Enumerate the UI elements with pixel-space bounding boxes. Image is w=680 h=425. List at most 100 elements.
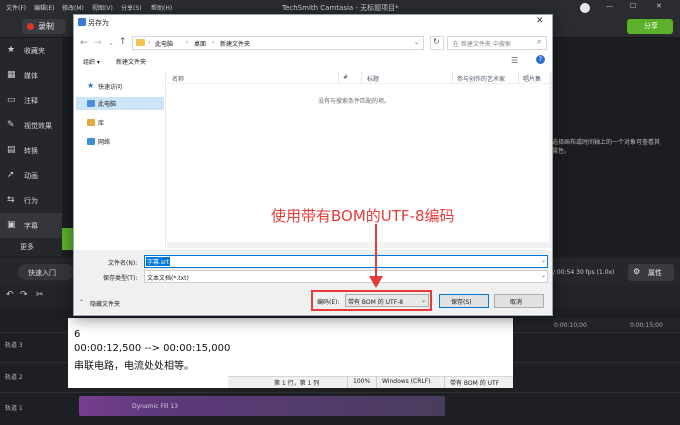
column-name[interactable]: 名称 [172,74,184,83]
folder-icon [136,39,145,46]
breadcrumb-chevron-icon[interactable]: › [148,39,150,46]
undo-icon[interactable]: ↶ [6,290,14,300]
network-icon [87,138,95,145]
dialog-close-icon[interactable]: ✕ [536,16,544,26]
share-label: 分享 [644,22,658,30]
chevron-up-icon[interactable]: ⌃ [79,299,84,306]
app-title: TechSmith Camtasia - 无标题项目* [282,4,399,12]
caption-icon: ▣ [7,220,16,230]
minimize-icon[interactable]: — [606,2,613,10]
address-bar[interactable] [132,36,424,50]
filetype-dropdown-icon[interactable]: ⌄ [541,272,546,279]
hide-folders-toggle[interactable]: 隐藏文件夹 [90,299,120,308]
column-divider[interactable] [338,72,339,84]
cut-icon[interactable]: ✂ [36,290,44,300]
nav-item-this-pc[interactable]: 此电脑 [76,97,164,110]
nav-item-network[interactable]: 网络 [76,135,164,148]
empty-list-message: 没有与搜索条件匹配的项。 [318,98,391,105]
menu-view[interactable]: 视图(V) [92,3,113,12]
breadcrumb-new-folder[interactable]: 新建文件夹 [220,39,250,48]
breadcrumb-desktop[interactable]: 桌面 [194,39,206,48]
view-options-icon[interactable]: ☰ [511,56,518,65]
sidebar-item-transitions[interactable]: ▤ 转换 [0,138,62,163]
behavior-icon: ⇆ [7,195,15,205]
redo-icon[interactable]: ↷ [20,290,28,300]
filename-input[interactable] [144,255,548,268]
menu-file[interactable]: 文件(F) [6,3,26,12]
sidebar-item-annotations[interactable]: ▭ 注释 [0,88,62,113]
organize-menu[interactable]: 组织 ▾ [83,57,100,66]
nav-item-quick-access[interactable]: ★ 快速访问 [76,80,164,93]
status-zoom: 100% [353,378,371,385]
new-folder-button[interactable]: 新建文件夹 [116,57,146,66]
encoding-label: 编码(E): [317,299,340,306]
address-dropdown-icon[interactable]: ⌄ [414,39,419,46]
column-artists[interactable]: 参与创作的艺术家 [457,74,505,83]
sidebar-item-visual-effects[interactable]: ✎ 视觉效果 [0,113,62,138]
user-avatar[interactable] [580,3,590,13]
star-icon: ★ [87,81,95,90]
properties-label: 属性 [648,269,662,277]
menu-help[interactable]: 帮助(H) [151,3,172,12]
status-position: 第 1 行，第 1 列 [274,380,320,387]
clip-label: Dynamic Fill 13 [132,403,178,410]
breadcrumb-chevron-icon[interactable]: › [186,39,188,46]
magic-wand-icon: ✎ [7,120,15,130]
notepad-line: 串联电路，电流处处相等。 [74,361,194,372]
filename-value[interactable]: 字幕.srt [146,257,170,266]
back-arrow-icon[interactable]: ← [80,38,88,48]
filetype-value: 文本文档(*.txt) [147,275,189,282]
sidebar-item-favorites[interactable]: ★ 收藏夹 [0,38,62,63]
column-title[interactable]: 标题 [367,74,379,83]
up-arrow-icon[interactable]: ↑ [119,37,127,47]
sidebar-item-animations[interactable]: ➚ 动画 [0,163,62,188]
forward-arrow-icon[interactable]: → [94,38,102,48]
filetype-select[interactable] [144,270,548,283]
time-readout: / 00:54 30 fps (1.0x) [553,269,615,276]
track-divider [0,392,680,393]
status-divider [376,376,377,388]
sidebar-more[interactable]: 更多 [0,238,62,256]
nav-item-libraries[interactable]: 库 [76,116,164,129]
animation-icon: ➚ [7,170,15,180]
status-divider [444,376,445,388]
encoding-value: 带有 BOM 的 UTF-8 [348,299,404,306]
status-encoding: 带有 BOM 的 UTF [450,380,500,387]
properties-hint: 选择画布或时间轴上的一个对象可查看其属性。 [552,139,661,155]
dialog-title: 另存为 [88,19,109,27]
track-label-3: 轨道 3 [5,342,23,349]
quick-start-label: 快速入门 [28,269,56,277]
close-icon[interactable]: ✕ [656,2,662,10]
annotation-icon: ▭ [7,95,16,105]
sidebar-item-captions[interactable]: ▣ 字幕 [0,213,62,238]
menu-modify[interactable]: 修改(M) [62,3,84,12]
vertical-scrollbar[interactable] [549,72,552,248]
recent-locations-chevron-icon[interactable]: ⌄ [108,39,114,47]
computer-icon [87,100,95,107]
column-divider[interactable] [452,72,453,84]
help-icon[interactable]: ? [536,55,545,64]
cancel-button-label: 取消 [510,299,523,306]
search-icon: ⌕ [537,37,542,46]
column-divider[interactable] [361,72,362,84]
track-label-1: 轨道 1 [5,405,23,412]
status-line-ending: Windows (CRLF) [382,378,431,385]
column-divider[interactable] [518,72,519,84]
sidebar-item-media[interactable]: ▦ 媒体 [0,63,62,88]
sidebar-item-behaviors[interactable]: ⇆ 行为 [0,188,62,213]
column-album[interactable]: 唱片集 [523,74,541,83]
search-placeholder: 在 新建文件夹 中搜索 [453,41,511,48]
encoding-dropdown-icon[interactable]: ⌄ [421,297,426,304]
ruler-tick: 0:00:10;00 [554,322,587,329]
breadcrumb-chevron-icon[interactable]: › [212,39,214,46]
breadcrumb-this-pc[interactable]: 此电脑 [155,39,173,48]
filename-label: 文件名(N): [108,260,138,267]
status-divider [347,376,348,388]
maximize-icon[interactable]: ☐ [630,2,636,10]
menu-share[interactable]: 分享(S) [121,3,142,12]
column-number[interactable]: # [343,74,348,81]
filename-dropdown-icon[interactable]: ⌄ [541,257,546,264]
record-icon [27,23,34,30]
menu-edit[interactable]: 编辑(E) [34,3,54,12]
horizontal-scrollbar[interactable] [167,242,549,248]
